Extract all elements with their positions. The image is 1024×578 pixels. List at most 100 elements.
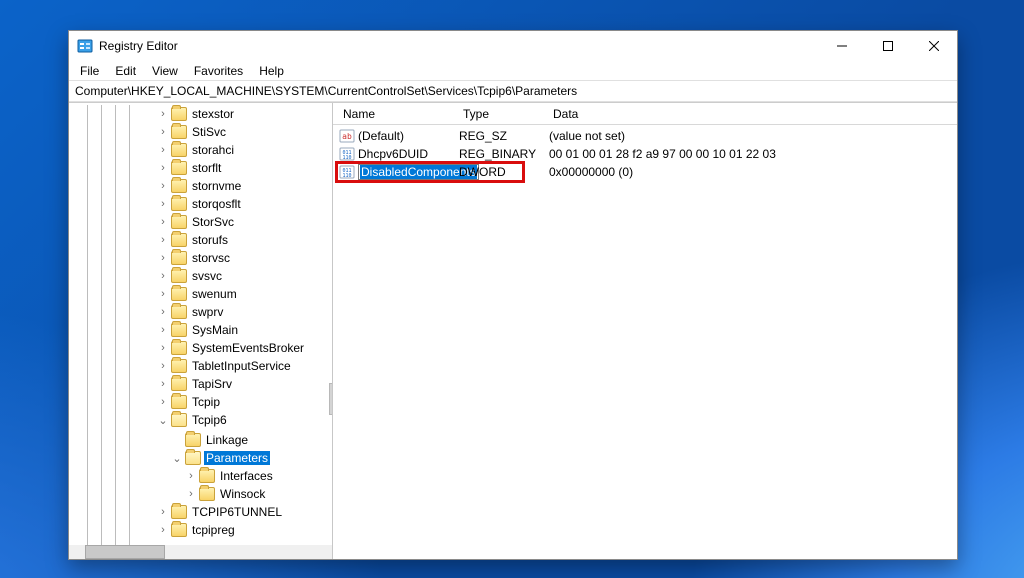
tree-node-label[interactable]: swenum: [190, 287, 239, 301]
column-data[interactable]: Data: [549, 107, 957, 121]
column-type[interactable]: Type: [459, 107, 549, 121]
expand-icon[interactable]: ›: [157, 378, 169, 390]
tree-node-label[interactable]: storufs: [190, 233, 230, 247]
tree-node[interactable]: › svsvc: [157, 267, 332, 285]
tree-node-label[interactable]: SysMain: [190, 323, 240, 337]
tree-pane[interactable]: › stexstor › StiSvc › storahci › storflt › stornv…: [69, 103, 333, 559]
tree-node-label[interactable]: Tcpip6: [190, 413, 229, 427]
tree-node[interactable]: › TapiSrv: [157, 375, 332, 393]
folder-icon: [171, 269, 187, 283]
tree-node[interactable]: › swprv: [157, 303, 332, 321]
tree-node-label[interactable]: stornvme: [190, 179, 243, 193]
expand-icon[interactable]: ›: [157, 306, 169, 318]
tree-node[interactable]: › TabletInputService: [157, 357, 332, 375]
column-headers[interactable]: Name Type Data: [333, 103, 957, 125]
expand-icon[interactable]: ›: [157, 108, 169, 120]
close-button[interactable]: [911, 31, 957, 61]
tree-node-label[interactable]: StorSvc: [190, 215, 236, 229]
string-value-icon: ab: [339, 128, 355, 144]
tree-node[interactable]: › SysMain: [157, 321, 332, 339]
folder-icon: [171, 395, 187, 409]
expand-icon[interactable]: ›: [157, 180, 169, 192]
tree-node-label[interactable]: StiSvc: [190, 125, 228, 139]
tree-node-label[interactable]: tcpipreg: [190, 523, 237, 537]
tree-node-label[interactable]: SystemEventsBroker: [190, 341, 306, 355]
expand-icon[interactable]: ›: [157, 216, 169, 228]
tree-node-label[interactable]: stexstor: [190, 107, 236, 121]
tree-node[interactable]: › storflt: [157, 159, 332, 177]
tree-node[interactable]: ⌄ Tcpip6: [157, 411, 332, 429]
expand-icon[interactable]: ›: [157, 360, 169, 372]
tree-node-label[interactable]: TabletInputService: [190, 359, 293, 373]
tree-node-label[interactable]: storqosflt: [190, 197, 243, 211]
expand-icon[interactable]: ›: [157, 198, 169, 210]
tree-node-label[interactable]: svsvc: [190, 269, 224, 283]
expand-icon[interactable]: ›: [157, 270, 169, 282]
tree-node[interactable]: › swenum: [157, 285, 332, 303]
tree-node[interactable]: › tcpipreg: [157, 521, 332, 539]
value-name[interactable]: (Default): [358, 129, 459, 143]
expand-icon[interactable]: ›: [157, 342, 169, 354]
tree-node-label[interactable]: storahci: [190, 143, 236, 157]
horizontal-scrollbar[interactable]: [69, 545, 332, 559]
tree-node-label[interactable]: Parameters: [204, 451, 270, 465]
tree-node-label[interactable]: swprv: [190, 305, 225, 319]
scrollbar-thumb[interactable]: [85, 545, 165, 559]
tree-node[interactable]: › StorSvc: [157, 213, 332, 231]
tree-node[interactable]: › storqosflt: [157, 195, 332, 213]
tree-node[interactable]: › Interfaces: [185, 467, 332, 485]
tree-node-label[interactable]: storflt: [190, 161, 223, 175]
expand-icon[interactable]: ›: [157, 324, 169, 336]
tree-node-label[interactable]: TCPIP6TUNNEL: [190, 505, 284, 519]
menu-edit[interactable]: Edit: [108, 62, 143, 80]
value-row[interactable]: 011110Dhcpv6DUIDREG_BINARY00 01 00 01 28…: [333, 145, 957, 163]
tree-node[interactable]: › stornvme: [157, 177, 332, 195]
expand-icon[interactable]: ›: [157, 524, 169, 536]
tree-node-label[interactable]: Linkage: [204, 433, 250, 447]
tree-node-label[interactable]: Interfaces: [218, 469, 275, 483]
tree-node[interactable]: › storufs: [157, 231, 332, 249]
tree-node[interactable]: › stexstor: [157, 105, 332, 123]
expand-icon[interactable]: ›: [157, 396, 169, 408]
binary-value-icon: 011110: [339, 146, 355, 162]
expand-icon[interactable]: ›: [185, 488, 197, 500]
values-pane[interactable]: Name Type Data ab(Default)REG_SZ(value n…: [333, 103, 957, 559]
value-row[interactable]: ab(Default)REG_SZ(value not set): [333, 127, 957, 145]
address-bar[interactable]: Computer\HKEY_LOCAL_MACHINE\SYSTEM\Curre…: [69, 80, 957, 102]
menu-favorites[interactable]: Favorites: [187, 62, 250, 80]
tree-node[interactable]: › storahci: [157, 141, 332, 159]
menu-file[interactable]: File: [73, 62, 106, 80]
expand-icon[interactable]: ›: [157, 252, 169, 264]
collapse-icon[interactable]: ⌄: [171, 452, 183, 465]
tree-node-label[interactable]: Tcpip: [190, 395, 222, 409]
svg-text:110: 110: [342, 155, 351, 161]
titlebar[interactable]: Registry Editor: [69, 31, 957, 61]
tree-node-label[interactable]: Winsock: [218, 487, 267, 501]
column-name[interactable]: Name: [339, 107, 459, 121]
tree-node[interactable]: Linkage: [171, 431, 332, 449]
tree-node[interactable]: › Winsock: [185, 485, 332, 503]
menu-view[interactable]: View: [145, 62, 185, 80]
tree-node[interactable]: › SystemEventsBroker: [157, 339, 332, 357]
expand-icon[interactable]: ›: [185, 470, 197, 482]
value-row[interactable]: 011110DisabledComponentsDWORD0x00000000 …: [333, 163, 957, 181]
menu-help[interactable]: Help: [252, 62, 291, 80]
tree-node[interactable]: › StiSvc: [157, 123, 332, 141]
expand-icon[interactable]: ›: [157, 144, 169, 156]
collapse-icon[interactable]: ⌄: [157, 414, 169, 427]
tree-node-label[interactable]: TapiSrv: [190, 377, 234, 391]
value-type: DWORD: [459, 165, 549, 179]
tree-node[interactable]: › storvsc: [157, 249, 332, 267]
tree-node[interactable]: › Tcpip: [157, 393, 332, 411]
expand-icon[interactable]: ›: [157, 234, 169, 246]
expand-icon[interactable]: ›: [157, 506, 169, 518]
maximize-button[interactable]: [865, 31, 911, 61]
tree-node[interactable]: ⌄ Parameters: [171, 449, 332, 467]
expand-icon[interactable]: ›: [157, 288, 169, 300]
tree-node[interactable]: › TCPIP6TUNNEL: [157, 503, 332, 521]
expand-icon[interactable]: ›: [157, 162, 169, 174]
value-name[interactable]: Dhcpv6DUID: [358, 147, 459, 161]
expand-icon[interactable]: ›: [157, 126, 169, 138]
tree-node-label[interactable]: storvsc: [190, 251, 232, 265]
minimize-button[interactable]: [819, 31, 865, 61]
